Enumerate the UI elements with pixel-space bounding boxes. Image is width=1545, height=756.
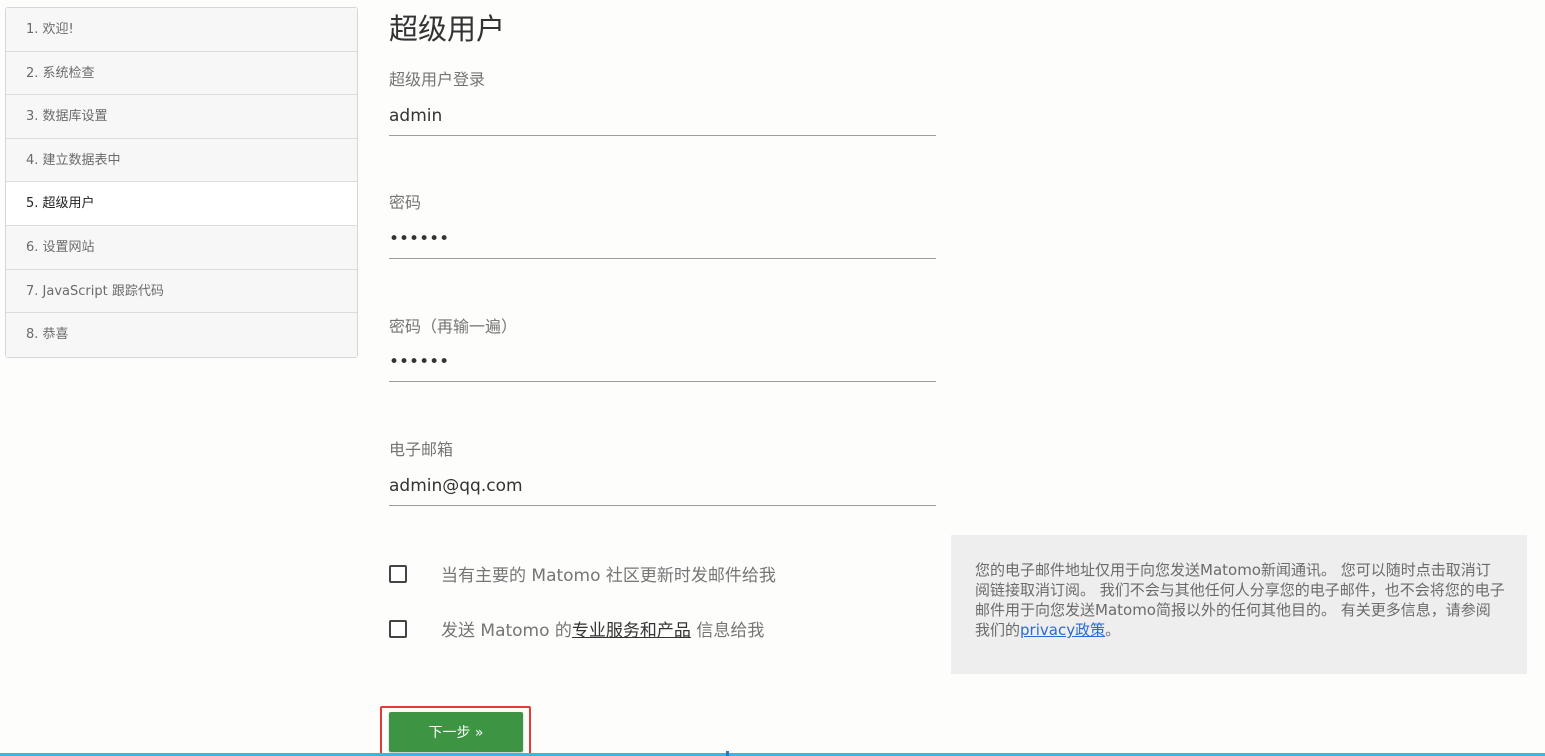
newsletter-option[interactable]: 当有主要的 Matomo 社区更新时发邮件给我 <box>389 561 776 586</box>
bottom-marker <box>726 751 729 756</box>
step-database-setup: 3. 数据库设置 <box>6 95 357 139</box>
step-tracking-code: 7. JavaScript 跟踪代码 <box>6 269 357 314</box>
step-system-check: 2. 系统检查 <box>6 51 357 96</box>
step-welcome: 1. 欢迎! <box>6 8 357 52</box>
professional-services-suffix: 信息给我 <box>690 621 765 641</box>
newsletter-checkbox[interactable] <box>389 564 407 583</box>
password-label: 密码 <box>389 193 422 212</box>
professional-services-checkbox-label: 发送 Matomo 的专业服务和产品 信息给我 <box>441 616 764 641</box>
password-repeat-input[interactable] <box>389 342 936 382</box>
login-input[interactable] <box>389 96 936 136</box>
privacy-policy-link[interactable]: privacy政策 <box>1020 621 1105 639</box>
step-setup-website: 6. 设置网站 <box>6 225 357 270</box>
email-privacy-end: 。 <box>1105 621 1121 639</box>
email-privacy-note: 您的电子邮件地址仅用于向您发送Matomo新闻通讯。 您可以随时点击取消订阅链接… <box>951 535 1527 674</box>
login-label: 超级用户登录 <box>389 70 486 89</box>
professional-services-link[interactable]: 专业服务和产品 <box>572 621 691 641</box>
installation-steps: 1. 欢迎! 2. 系统检查 3. 数据库设置 4. 建立数据表中 5. 超级用… <box>5 7 358 358</box>
email-label: 电子邮箱 <box>389 440 454 459</box>
email-input[interactable] <box>389 466 936 506</box>
next-button[interactable]: 下一步 » <box>389 712 523 752</box>
page-title: 超级用户 <box>389 12 506 46</box>
password-input[interactable] <box>389 219 936 259</box>
step-superuser: 5. 超级用户 <box>6 182 357 226</box>
step-create-tables: 4. 建立数据表中 <box>6 138 357 183</box>
professional-services-prefix: 发送 Matomo 的 <box>441 621 572 641</box>
password-repeat-label: 密码（再输一遍） <box>389 317 518 336</box>
step-congratulations: 8. 恭喜 <box>6 313 357 357</box>
installer-page: 1. 欢迎! 2. 系统检查 3. 数据库设置 4. 建立数据表中 5. 超级用… <box>0 0 1545 756</box>
professional-services-option[interactable]: 发送 Matomo 的专业服务和产品 信息给我 <box>389 616 764 641</box>
professional-services-checkbox[interactable] <box>389 619 407 638</box>
newsletter-checkbox-label: 当有主要的 Matomo 社区更新时发邮件给我 <box>441 566 776 586</box>
